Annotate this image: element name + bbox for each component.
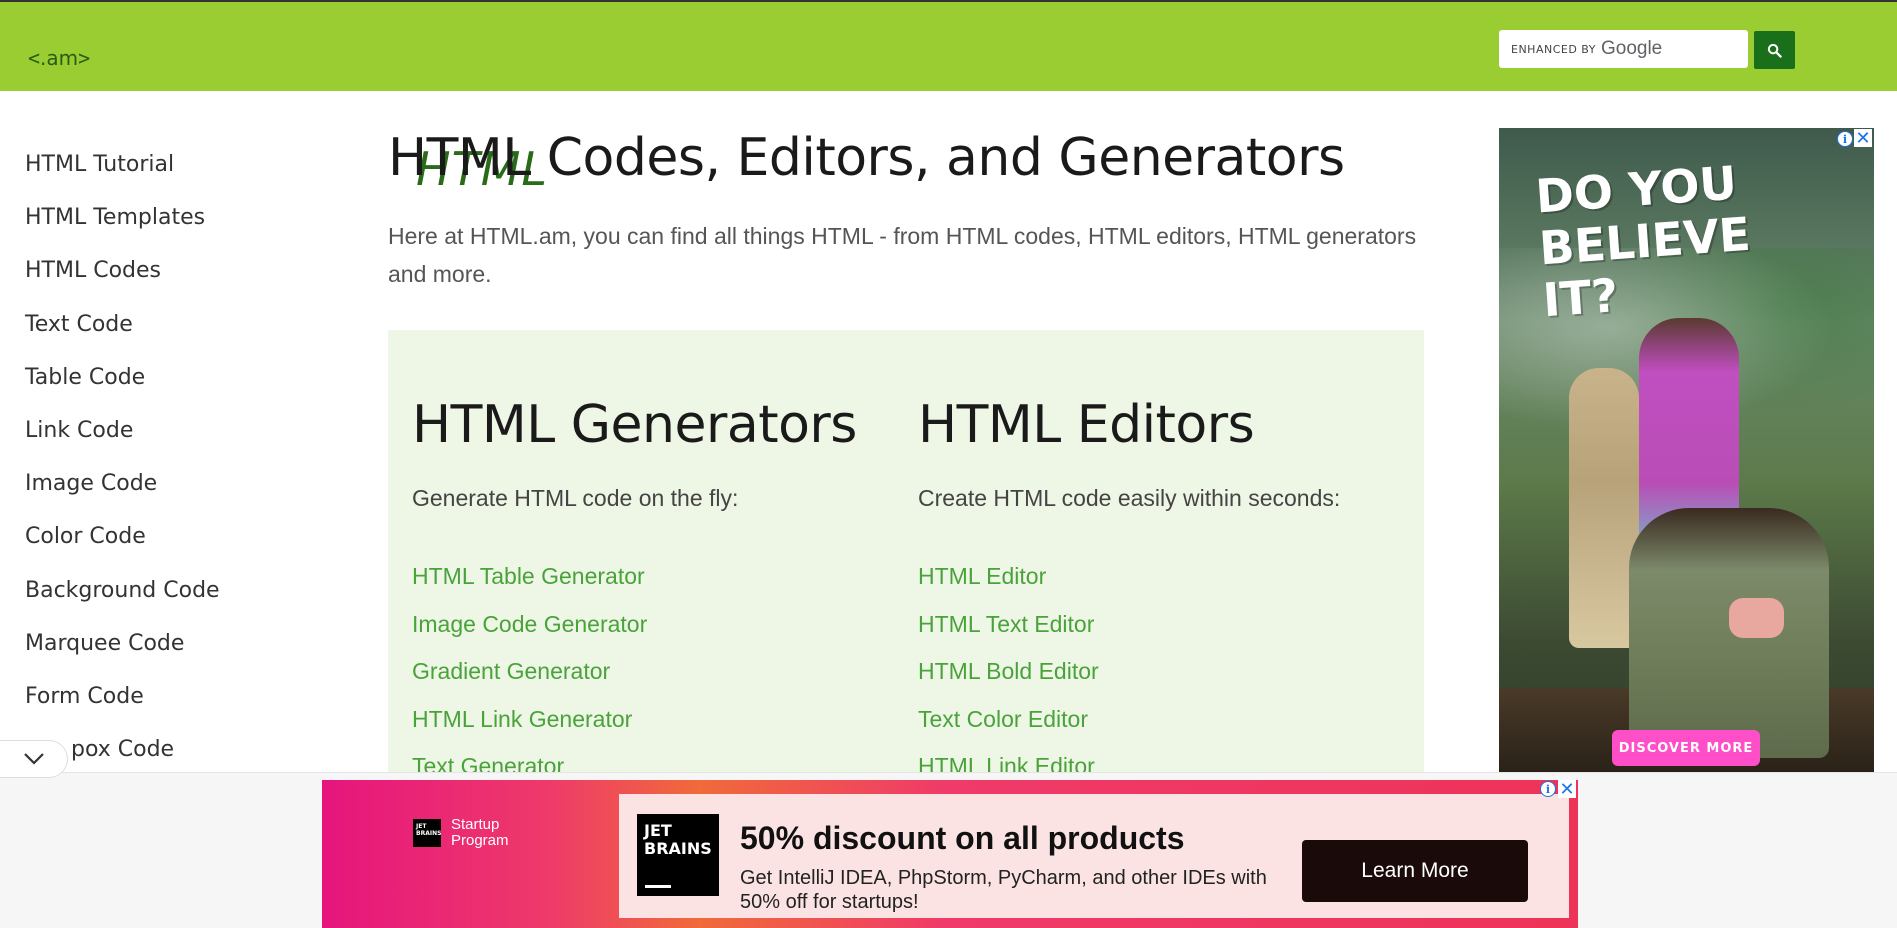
ad-headline: DO YOU BELIEVE IT? <box>1533 155 1753 328</box>
jetbrains-small-logo: JET BRAINS <box>413 819 441 847</box>
sidebar-item-color-code[interactable]: Color Code <box>25 524 285 577</box>
generators-column: HTML Generators Generate HTML code on th… <box>412 390 872 780</box>
sidebar-item-html-tutorial[interactable]: HTML Tutorial <box>25 152 285 205</box>
generators-links: HTML Table Generator Image Code Generato… <box>412 553 872 780</box>
sidebar-item-marquee-code[interactable]: Marquee Code <box>25 631 285 684</box>
link-html-link-generator[interactable]: HTML Link Generator <box>412 696 872 744</box>
link-image-code-generator[interactable]: Image Code Generator <box>412 601 872 649</box>
tools-panel: HTML Generators Generate HTML code on th… <box>388 330 1424 780</box>
bottom-ad-card: JET BRAINS 50% discount on all products … <box>619 794 1569 918</box>
search-icon <box>1767 43 1782 58</box>
link-text-color-editor[interactable]: Text Color Editor <box>918 696 1378 744</box>
site-header: < HTML .am > ENHANCED BY Google <box>0 0 1897 195</box>
sidebar-item-form-code[interactable]: Form Code <box>25 684 285 737</box>
bottom-advertisement[interactable]: JET BRAINS Startup Program JET BRAINS 50… <box>322 780 1578 928</box>
sidebar-item-text-code[interactable]: Text Code <box>25 312 285 365</box>
editors-heading: HTML Editors <box>918 395 1255 455</box>
ad-bag-image <box>1729 598 1784 638</box>
bottom-ad-close-icon[interactable]: ✕ <box>1558 780 1576 800</box>
link-html-table-generator[interactable]: HTML Table Generator <box>412 553 872 601</box>
sidebar-item-table-code[interactable]: Table Code <box>25 365 285 418</box>
learn-more-button[interactable]: Learn More <box>1302 840 1528 902</box>
jetbrains-startup-badge: JET BRAINS Startup Program <box>413 817 509 849</box>
bottom-ad-desc: Get IntelliJ IDEA, PhpStorm, PyCharm, an… <box>740 867 1267 913</box>
ad-info-icon[interactable]: i <box>1837 131 1853 147</box>
editors-desc: Create HTML code easily within seconds: <box>918 485 1341 511</box>
main-content: HTML Codes, Editors, and Generators Here… <box>388 123 1424 293</box>
jetbrains-logo-text: JET BRAINS <box>644 821 712 858</box>
startup-text-line1: Startup <box>451 816 500 833</box>
chevron-down-icon <box>23 753 44 765</box>
startup-text-line2: Program <box>451 832 509 849</box>
search-button[interactable] <box>1754 31 1795 69</box>
bottom-ad-title: 50% discount on all products <box>740 820 1185 856</box>
sidebar-item-link-code[interactable]: Link Code <box>25 418 285 471</box>
link-html-text-editor[interactable]: HTML Text Editor <box>918 601 1378 649</box>
search-input[interactable] <box>1499 30 1748 68</box>
logo-tld: .am <box>40 46 79 70</box>
startup-program-text: Startup Program <box>451 817 509 849</box>
ad-discover-more-button[interactable]: DISCOVER MORE <box>1612 730 1760 766</box>
generators-desc: Generate HTML code on the fly: <box>412 485 739 511</box>
site-logo[interactable]: < HTML .am > <box>28 20 547 195</box>
side-advertisement[interactable]: DO YOU BELIEVE IT? DISCOVER MORE i ✕ <box>1499 128 1874 772</box>
sidebar-collapse-toggle[interactable] <box>0 740 68 778</box>
sidebar-item-image-code[interactable]: Image Code <box>25 471 285 524</box>
editors-links: HTML Editor HTML Text Editor HTML Bold E… <box>918 553 1378 780</box>
logo-bracket-left: < <box>28 46 41 70</box>
link-gradient-generator[interactable]: Gradient Generator <box>412 648 872 696</box>
jetbrains-logo-bar <box>645 885 671 888</box>
sidebar-item-html-codes[interactable]: HTML Codes <box>25 258 285 311</box>
sidebar-nav: HTML Tutorial HTML Templates HTML Codes … <box>25 152 285 790</box>
editors-column: HTML Editors Create HTML code easily wit… <box>918 390 1378 780</box>
logo-bracket-right: > <box>78 46 91 70</box>
sidebar-item-html-templates[interactable]: HTML Templates <box>25 205 285 258</box>
ad-figure-girl <box>1629 508 1829 758</box>
link-html-editor[interactable]: HTML Editor <box>918 553 1378 601</box>
intro-text: Here at HTML.am, you can find all things… <box>388 223 1417 287</box>
search-box[interactable]: ENHANCED BY Google <box>1499 30 1748 68</box>
ad-close-icon[interactable]: ✕ <box>1854 128 1872 149</box>
sidebar-item-background-code[interactable]: Background Code <box>25 578 285 631</box>
bottom-ad-info-icon[interactable]: i <box>1540 781 1556 797</box>
page-title: HTML Codes, Editors, and Generators <box>388 128 1345 188</box>
jetbrains-logo: JET BRAINS <box>637 814 719 896</box>
generators-heading: HTML Generators <box>412 395 857 455</box>
link-html-bold-editor[interactable]: HTML Bold Editor <box>918 648 1378 696</box>
